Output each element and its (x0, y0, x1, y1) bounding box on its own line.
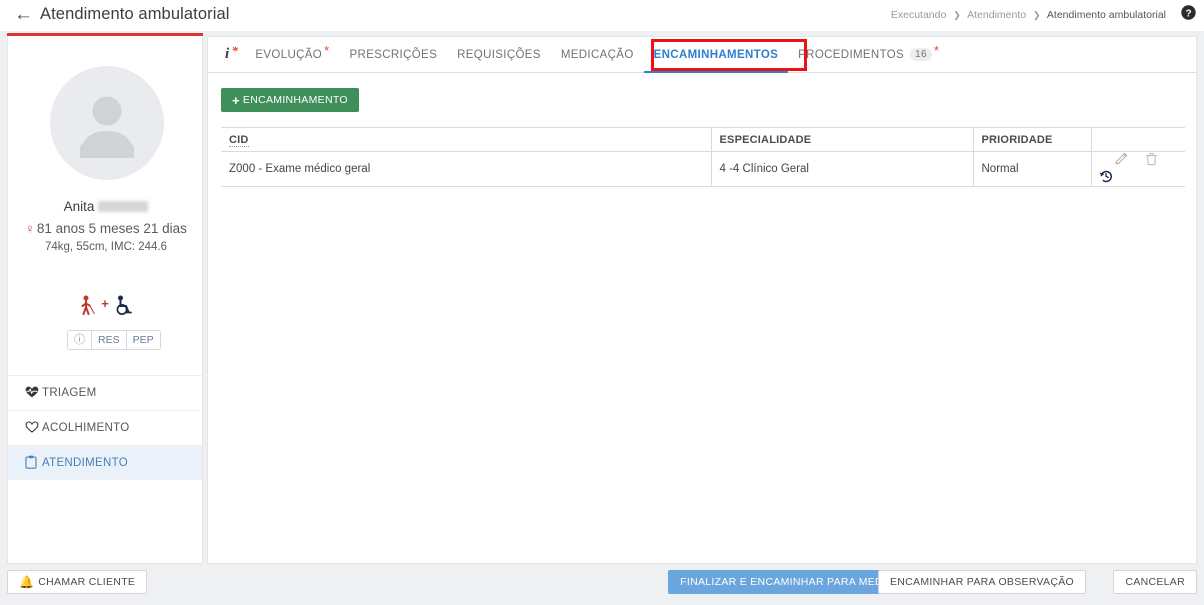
tab-prescricoes[interactable]: PRESCRIÇÕES (340, 37, 448, 72)
blind-person-icon (79, 295, 96, 319)
button-label: CHAMAR CLIENTE (38, 576, 136, 588)
breadcrumb-separator: ❯ (1033, 10, 1041, 20)
breadcrumb: Executando ❯ Atendimento ❯ Atendimento a… (891, 9, 1166, 21)
info-circle-icon[interactable]: ⓘ (68, 331, 92, 349)
wheelchair-icon (114, 295, 133, 319)
add-encaminhamento-button[interactable]: + ENCAMINHAMENTO (221, 88, 359, 112)
tab-label: ENCAMINHAMENTOS (653, 48, 779, 61)
tab-medicacao[interactable]: MEDICAÇÃO (551, 37, 644, 72)
cell-especialidade: 4 -4 Clínico Geral (711, 151, 974, 187)
tab-label: REQUISIÇÕES (457, 48, 541, 61)
patient-surname-redacted (98, 201, 149, 212)
required-star-icon: * (231, 43, 239, 58)
cancelar-button[interactable]: CANCELAR (1113, 570, 1197, 594)
column-header-especialidade[interactable]: ESPECIALIDADE (711, 127, 974, 152)
cell-prioridade: Normal (973, 151, 1092, 187)
bell-icon: 🔔 (19, 575, 35, 589)
patient-first-name: Anita (63, 199, 95, 214)
breadcrumb-item-1[interactable]: Atendimento (967, 9, 1026, 21)
sidebar-item-acolhimento[interactable]: ACOLHIMENTO (8, 410, 202, 445)
sidebar-item-label: TRIAGEM (42, 387, 97, 399)
patient-age: 81 anos 5 meses 21 dias (36, 221, 187, 236)
top-bar: ← Atendimento ambulatorial Executando ❯ … (0, 0, 1204, 31)
patient-flags: + (8, 295, 204, 319)
column-header-prioridade[interactable]: PRIORIDADE (973, 127, 1092, 152)
heart-pulse-filled-icon (25, 386, 42, 400)
add-button-label: ENCAMINHAMENTO (242, 94, 348, 106)
breadcrumb-separator: ❯ (953, 10, 961, 20)
tab-label: PROCEDIMENTOS (798, 48, 905, 61)
tab-label: PRESCRIÇÕES (349, 48, 438, 61)
clipboard-icon (25, 455, 42, 471)
column-header-cid[interactable]: CID (221, 127, 712, 152)
patient-name: Anita (8, 199, 204, 214)
pep-button[interactable]: PEP (126, 331, 160, 349)
encaminhamentos-table: CID ESPECIALIDADE PRIORIDADE Z000 - Exam… (221, 127, 1185, 187)
back-arrow-icon[interactable]: ← (14, 5, 33, 25)
sidebar-item-triagem[interactable]: TRIAGEM (8, 375, 202, 410)
tab-encaminhamentos[interactable]: ENCAMINHAMENTOS (643, 37, 789, 73)
tab-requisicoes[interactable]: REQUISIÇÕES (447, 37, 551, 72)
edit-pencil-icon[interactable] (1114, 152, 1128, 169)
tab-evolucao[interactable]: EVOLUÇÃO * (245, 37, 339, 72)
tab-count-badge: 16 (910, 48, 932, 61)
plus-icon: + (232, 92, 240, 108)
breadcrumb-item-0[interactable]: Executando (891, 9, 946, 21)
plus-icon: + (101, 296, 109, 312)
tab-label: MEDICAÇÃO (560, 48, 634, 61)
main-panel: i * EVOLUÇÃO * PRESCRIÇÕES REQUISIÇÕES M… (207, 36, 1197, 564)
tab-label: EVOLUÇÃO (255, 48, 323, 61)
chamar-cliente-button[interactable]: 🔔 CHAMAR CLIENTE (7, 570, 148, 594)
sidebar-item-label: ATENDIMENTO (42, 457, 128, 469)
required-star-icon: * (933, 43, 940, 58)
patient-metrics: 74kg, 55cm, IMC: 244.6 (44, 241, 168, 253)
column-header-label: CID (229, 133, 249, 147)
history-restore-icon[interactable] (1099, 169, 1113, 186)
trash-icon[interactable] (1145, 152, 1158, 169)
cell-actions (1091, 151, 1185, 187)
table-row[interactable]: Z000 - Exame médico geral 4 -4 Clínico G… (221, 151, 1185, 187)
tab-info[interactable]: i * (221, 37, 245, 72)
required-star-icon: * (324, 43, 330, 58)
footer-bar: 🔔 CHAMAR CLIENTE FINALIZAR E ENCAMINHAR … (0, 570, 1204, 605)
column-header-actions (1091, 127, 1185, 152)
tab-label: i (225, 46, 230, 62)
patient-sidebar: Anita ♀ 81 anos 5 meses 21 dias 74kg, 55c… (7, 36, 203, 564)
svg-text:?: ? (1185, 8, 1191, 19)
cell-cid: Z000 - Exame médico geral (221, 151, 712, 187)
tab-bar: i * EVOLUÇÃO * PRESCRIÇÕES REQUISIÇÕES M… (208, 37, 1196, 73)
page-title: Atendimento ambulatorial (40, 5, 230, 23)
avatar (50, 66, 164, 180)
patient-record-buttons: ⓘ RES PEP (67, 330, 161, 350)
table-header-row: CID ESPECIALIDADE PRIORIDADE (221, 127, 1185, 152)
sidebar-item-label: ACOLHIMENTO (42, 422, 130, 434)
breadcrumb-item-2: Atendimento ambulatorial (1046, 9, 1166, 21)
sidebar-item-atendimento[interactable]: ATENDIMENTO (8, 445, 202, 480)
patient-age-row: ♀ 81 anos 5 meses 21 dias (8, 221, 204, 236)
sidebar-nav: TRIAGEM ACOLHIMENTO ATENDIMENTO (8, 375, 202, 480)
encaminhar-observacao-button[interactable]: ENCAMINHAR PARA OBSERVAÇÃO (877, 570, 1086, 594)
tab-procedimentos[interactable]: PROCEDIMENTOS 16 * (788, 37, 949, 72)
help-circle-icon[interactable]: ? (1181, 5, 1196, 20)
heart-outline-icon (25, 421, 42, 435)
res-button[interactable]: RES (92, 331, 127, 349)
female-icon: ♀ (25, 221, 35, 236)
